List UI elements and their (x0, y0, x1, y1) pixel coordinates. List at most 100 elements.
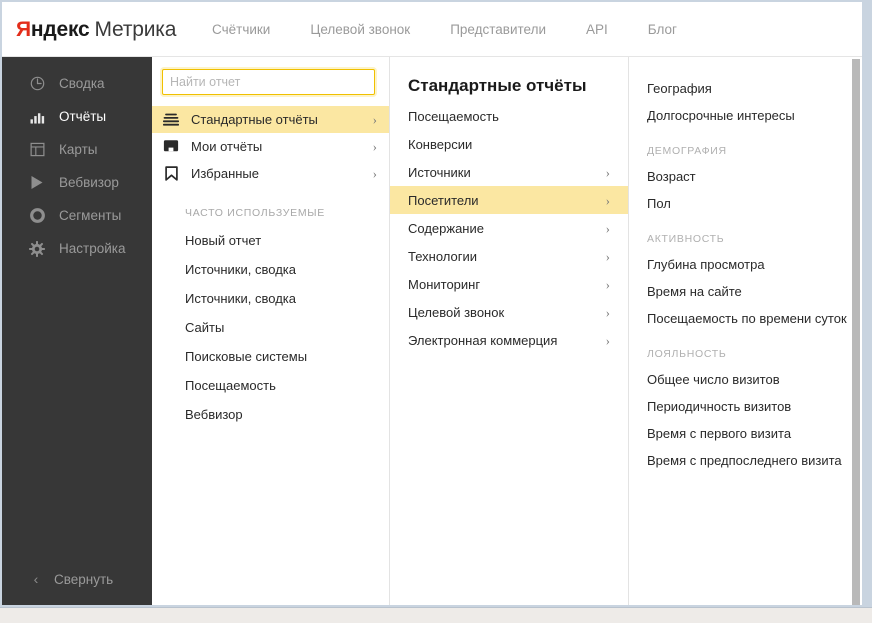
report-item-elektronnaya-kommerciya[interactable]: Электронная коммерция › (390, 326, 628, 354)
submenu-item-vozrast[interactable]: Возраст (629, 163, 854, 190)
report-label-monitoring: Мониторинг (408, 276, 481, 292)
menu-item-my-reports[interactable]: Мои отчёты › (152, 133, 389, 160)
submenu-heading-demografiya: ДЕМОГРАФИЯ (647, 145, 727, 157)
chevron-right-icon: › (372, 166, 377, 181)
report-label-poseshchaemost: Посещаемость (408, 108, 499, 124)
reports-panel: Стандартные отчёты › Мои отчёты › (152, 57, 390, 605)
gear-icon (27, 239, 47, 259)
nav-item-api[interactable]: API (586, 22, 608, 37)
nav-item-schetchiki[interactable]: Счётчики (212, 22, 270, 37)
report-label-elektronnaya-kommerciya: Электронная коммерция (408, 332, 558, 348)
report-item-soderzhanie[interactable]: Содержание › (390, 214, 628, 242)
browser-frame: Яндекс Метрика Счётчики Целевой звонок Пр… (0, 0, 872, 607)
nav-item-celevoy-zvonok[interactable]: Целевой звонок (310, 22, 410, 37)
chevron-left-icon: ‹ (33, 571, 39, 587)
visitors-top-group: География Долгосрочные интересы (629, 57, 854, 129)
submenu-item-geografiya[interactable]: География (629, 75, 854, 102)
stacked-lines-icon (162, 111, 180, 129)
sidebar-collapse-label: Свернуть (54, 571, 114, 587)
submenu-item-vremya-s-predposlednego-vizita[interactable]: Время с предпоследнего визита (629, 447, 854, 474)
sidebar-collapse-button[interactable]: ‹ Свернуть (2, 571, 152, 587)
submenu-item-obshchee-chislo-vizitov[interactable]: Общее число визитов (629, 366, 854, 393)
chevron-right-icon: › (372, 139, 377, 154)
frequent-item-novyy-otchet[interactable]: Новый отчет (152, 226, 389, 255)
sidebar-label-nastroyka: Настройка (59, 241, 126, 256)
menu-label-favorites: Избранные (191, 166, 259, 181)
frequent-item-poiskovye-sistemy[interactable]: Поисковые системы (152, 342, 389, 371)
frequent-item-istochniki-svodka-1[interactable]: Источники, сводка (152, 255, 389, 284)
layout-icon (27, 140, 47, 160)
chevron-right-icon: › (605, 304, 610, 320)
report-label-istochniki: Источники (408, 164, 471, 180)
chevron-right-icon: › (605, 248, 610, 264)
top-navigation: Счётчики Целевой звонок Представители AP… (212, 22, 677, 37)
standard-reports-title: Стандартные отчёты (408, 76, 587, 95)
report-label-posetiteli: Посетители (408, 192, 479, 208)
submenu-item-vremya-na-sayte[interactable]: Время на сайте (629, 278, 854, 305)
sidebar-item-segmenty[interactable]: Сегменты (2, 199, 152, 232)
monitor-icon (162, 138, 180, 156)
chevron-right-icon: › (605, 332, 610, 348)
bar-chart-icon (27, 107, 47, 127)
report-label-celevoy-zvonok: Целевой звонок (408, 304, 505, 320)
sidebar-item-vebvizor[interactable]: Вебвизор (2, 166, 152, 199)
report-label-konversii: Конверсии (408, 136, 473, 152)
chevron-right-icon: › (605, 192, 610, 208)
sidebar-item-otchety[interactable]: Отчёты (2, 100, 152, 133)
app-header: Яндекс Метрика Счётчики Целевой звонок Пр… (2, 2, 862, 57)
frequent-item-vebvizor[interactable]: Вебвизор (152, 400, 389, 429)
chevron-right-icon: › (372, 112, 377, 127)
submenu-item-periodichnost-vizitov[interactable]: Периодичность визитов (629, 393, 854, 420)
report-item-celevoy-zvonok[interactable]: Целевой звонок › (390, 298, 628, 326)
report-item-posetiteli[interactable]: Посетители › (390, 186, 628, 214)
sidebar-nav-list: Сводка Отчёты Карты Вебвизор Сегменты На… (2, 57, 152, 265)
submenu-heading-aktivnost: АКТИВНОСТЬ (647, 233, 725, 245)
report-item-konversii[interactable]: Конверсии (390, 130, 628, 158)
nav-item-predstaviteli[interactable]: Представители (450, 22, 546, 37)
play-icon (27, 173, 47, 193)
report-item-poseshchaemost[interactable]: Посещаемость (390, 102, 628, 130)
submenu-item-vremya-s-pervogo-vizita[interactable]: Время с первого визита (629, 420, 854, 447)
logo-ya-letter: Я (16, 18, 31, 41)
search-input[interactable] (162, 69, 375, 95)
sidebar-item-nastroyka[interactable]: Настройка (2, 232, 152, 265)
menu-item-favorites[interactable]: Избранные › (152, 160, 389, 187)
sidebar-label-segmenty: Сегменты (59, 208, 122, 223)
sidebar-label-otchety: Отчёты (59, 109, 107, 124)
report-item-monitoring[interactable]: Мониторинг › (390, 270, 628, 298)
sidebar-item-svodka[interactable]: Сводка (2, 67, 152, 100)
sidebar-label-karty: Карты (59, 142, 98, 157)
frequent-item-istochniki-svodka-2[interactable]: Источники, сводка (152, 284, 389, 313)
standard-reports-panel: Стандартные отчёты Посещаемость Конверси… (390, 57, 629, 605)
menu-label-standard-reports: Стандартные отчёты (191, 112, 318, 127)
logo-metrika-text: Метрика (94, 18, 177, 41)
chevron-right-icon: › (605, 164, 610, 180)
submenu-item-pol[interactable]: Пол (629, 190, 854, 217)
page-viewport: Яндекс Метрика Счётчики Целевой звонок Пр… (2, 2, 862, 605)
vertical-scrollbar[interactable] (852, 59, 860, 605)
app-root: Яндекс Метрика Счётчики Целевой звонок Пр… (0, 0, 872, 623)
chevron-right-icon: › (605, 220, 610, 236)
menu-item-standard-reports[interactable]: Стандартные отчёты › (152, 106, 389, 133)
submenu-item-glubina-prosmotra[interactable]: Глубина просмотра (629, 251, 854, 278)
report-label-soderzhanie: Содержание (408, 220, 484, 236)
report-label-tekhnologii: Технологии (408, 248, 478, 264)
frequent-section-heading: ЧАСТО ИСПОЛЬЗУЕМЫЕ (185, 207, 325, 219)
sidebar-item-karty[interactable]: Карты (2, 133, 152, 166)
report-item-tekhnologii[interactable]: Технологии › (390, 242, 628, 270)
yandex-metrica-logo[interactable]: Яндекс Метрика (16, 17, 176, 42)
sidebar-label-vebvizor: Вебвизор (59, 175, 119, 190)
submenu-heading-loyalnost: ЛОЯЛЬНОСТЬ (647, 348, 727, 360)
logo-ndeks-text: ндекс (30, 18, 90, 41)
nav-item-blog[interactable]: Блог (648, 22, 677, 37)
visitors-submenu-panel: География Долгосрочные интересы ДЕМОГРАФ… (629, 57, 854, 605)
submenu-item-poseshchaemost-po-vremeni-sutok[interactable]: Посещаемость по времени суток (629, 305, 854, 332)
report-item-istochniki[interactable]: Источники › (390, 158, 628, 186)
frequent-item-sayty[interactable]: Сайты (152, 313, 389, 342)
bottom-strip (0, 607, 872, 623)
sidebar-label-svodka: Сводка (59, 76, 105, 91)
menu-label-my-reports: Мои отчёты (191, 139, 263, 154)
frequent-item-poseshchaemost[interactable]: Посещаемость (152, 371, 389, 400)
submenu-item-dolgosrochnye-interesy[interactable]: Долгосрочные интересы (629, 102, 854, 129)
search-container (152, 57, 389, 106)
